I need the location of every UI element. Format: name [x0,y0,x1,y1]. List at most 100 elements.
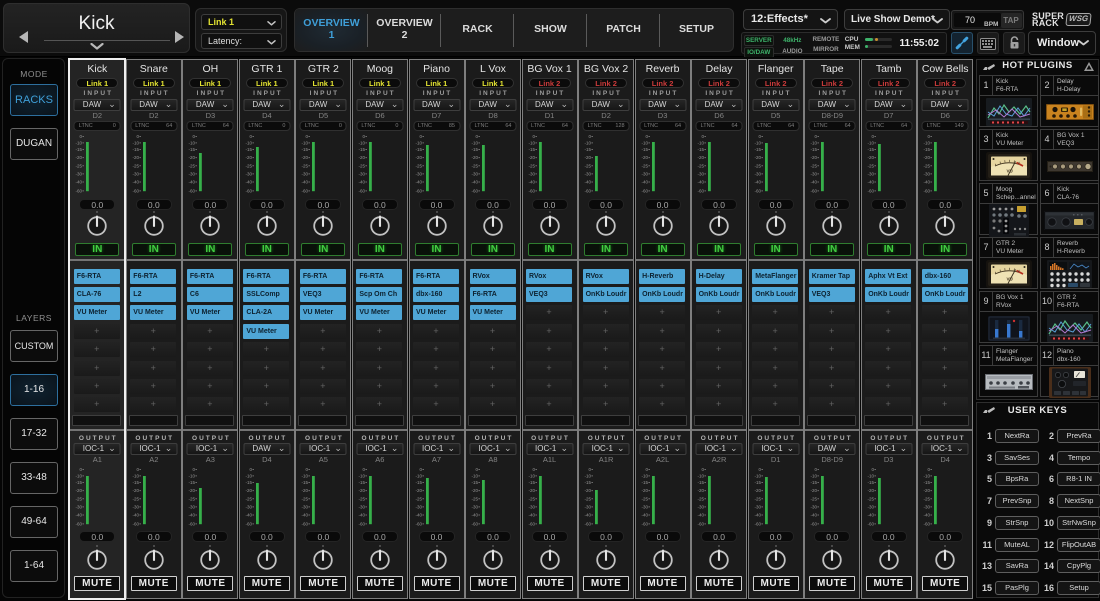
svg-text:-30: -30 [585,504,592,509]
svg-text:-60: -60 [867,188,874,193]
svg-text:-60: -60 [641,521,648,526]
svg-text:-20: -20 [471,155,478,160]
svg-text:-10: -10 [867,473,874,478]
svg-text:-60: -60 [698,521,705,526]
svg-text:-25: -25 [924,496,931,501]
svg-text:-20: -20 [811,488,818,493]
svg-text:-60: -60 [867,521,874,526]
svg-text:-15: -15 [358,147,365,152]
svg-text:-30: -30 [811,171,818,176]
svg-text:-10: -10 [641,140,648,145]
svg-text:-40: -40 [471,513,478,518]
svg-text:-25: -25 [924,163,931,168]
svg-text:-20: -20 [585,488,592,493]
svg-text:-40: -40 [867,180,874,185]
svg-text:-25: -25 [415,163,422,168]
svg-text:VU: VU [1006,169,1012,174]
svg-text:-15: -15 [528,147,535,152]
svg-text:-25: -25 [528,163,535,168]
svg-text:-60: -60 [189,521,196,526]
svg-text:-30: -30 [358,171,365,176]
svg-text:-10: -10 [189,140,196,145]
svg-text:-60: -60 [471,188,478,193]
svg-text:-60: -60 [358,188,365,193]
svg-text:-20: -20 [528,155,535,160]
svg-text:-60: -60 [528,521,535,526]
svg-text:-25: -25 [585,163,592,168]
svg-text:-30: -30 [867,504,874,509]
svg-text:-40: -40 [698,513,705,518]
svg-text:-15: -15 [302,147,309,152]
svg-text:-30: -30 [585,171,592,176]
svg-text:-15: -15 [189,480,196,485]
svg-text:0: 0 [475,467,478,472]
svg-text:-20: -20 [585,155,592,160]
svg-text:-10: -10 [76,140,83,145]
svg-text:0: 0 [815,134,818,139]
svg-text:0: 0 [306,134,309,139]
svg-text:-30: -30 [924,504,931,509]
svg-text:-15: -15 [754,147,761,152]
svg-text:-25: -25 [358,163,365,168]
svg-text:-40: -40 [189,513,196,518]
svg-text:-20: -20 [471,488,478,493]
svg-text:-60: -60 [415,188,422,193]
svg-text:-20: -20 [641,488,648,493]
svg-text:-40: -40 [585,180,592,185]
svg-text:0: 0 [136,134,139,139]
svg-text:-10: -10 [471,140,478,145]
svg-text:-15: -15 [302,480,309,485]
svg-text:-40: -40 [867,513,874,518]
svg-text:-25: -25 [811,163,818,168]
svg-text:-30: -30 [76,171,83,176]
svg-text:0: 0 [419,467,422,472]
svg-text:-40: -40 [698,180,705,185]
svg-text:-20: -20 [641,155,648,160]
svg-text:-10: -10 [585,140,592,145]
svg-text:-25: -25 [302,496,309,501]
svg-text:-60: -60 [585,521,592,526]
svg-text:-10: -10 [811,473,818,478]
svg-text:0: 0 [306,467,309,472]
svg-text:-60: -60 [76,521,83,526]
svg-text:-20: -20 [76,488,83,493]
svg-text:-30: -30 [415,504,422,509]
svg-text:0: 0 [193,134,196,139]
svg-text:-30: -30 [811,504,818,509]
svg-text:-10: -10 [811,140,818,145]
svg-text:0: 0 [249,467,252,472]
svg-text:-15: -15 [415,480,422,485]
svg-text:0: 0 [758,134,761,139]
svg-text:-25: -25 [415,496,422,501]
svg-text:-20: -20 [189,488,196,493]
svg-text:0: 0 [589,134,592,139]
svg-text:-40: -40 [528,180,535,185]
svg-text:-40: -40 [924,513,931,518]
svg-text:-25: -25 [76,496,83,501]
svg-text:0: 0 [758,467,761,472]
svg-text:-40: -40 [302,513,309,518]
svg-text:0: 0 [645,467,648,472]
svg-text:-10: -10 [698,473,705,478]
svg-text:-40: -40 [358,513,365,518]
svg-text:-40: -40 [302,180,309,185]
svg-text:-20: -20 [867,155,874,160]
svg-text:-15: -15 [585,147,592,152]
svg-text:-20: -20 [754,488,761,493]
svg-text:-30: -30 [698,504,705,509]
svg-text:-10: -10 [302,473,309,478]
svg-text:-15: -15 [641,480,648,485]
svg-text:-10: -10 [471,473,478,478]
svg-text:-30: -30 [528,171,535,176]
svg-text:-40: -40 [471,180,478,185]
svg-text:0: 0 [193,467,196,472]
svg-text:-30: -30 [867,171,874,176]
svg-text:-40: -40 [415,513,422,518]
svg-text:-60: -60 [76,188,83,193]
svg-text:-40: -40 [245,513,252,518]
svg-text:-10: -10 [358,473,365,478]
svg-text:-10: -10 [924,473,931,478]
svg-text:-60: -60 [698,188,705,193]
svg-text:-20: -20 [924,155,931,160]
svg-text:-20: -20 [245,488,252,493]
